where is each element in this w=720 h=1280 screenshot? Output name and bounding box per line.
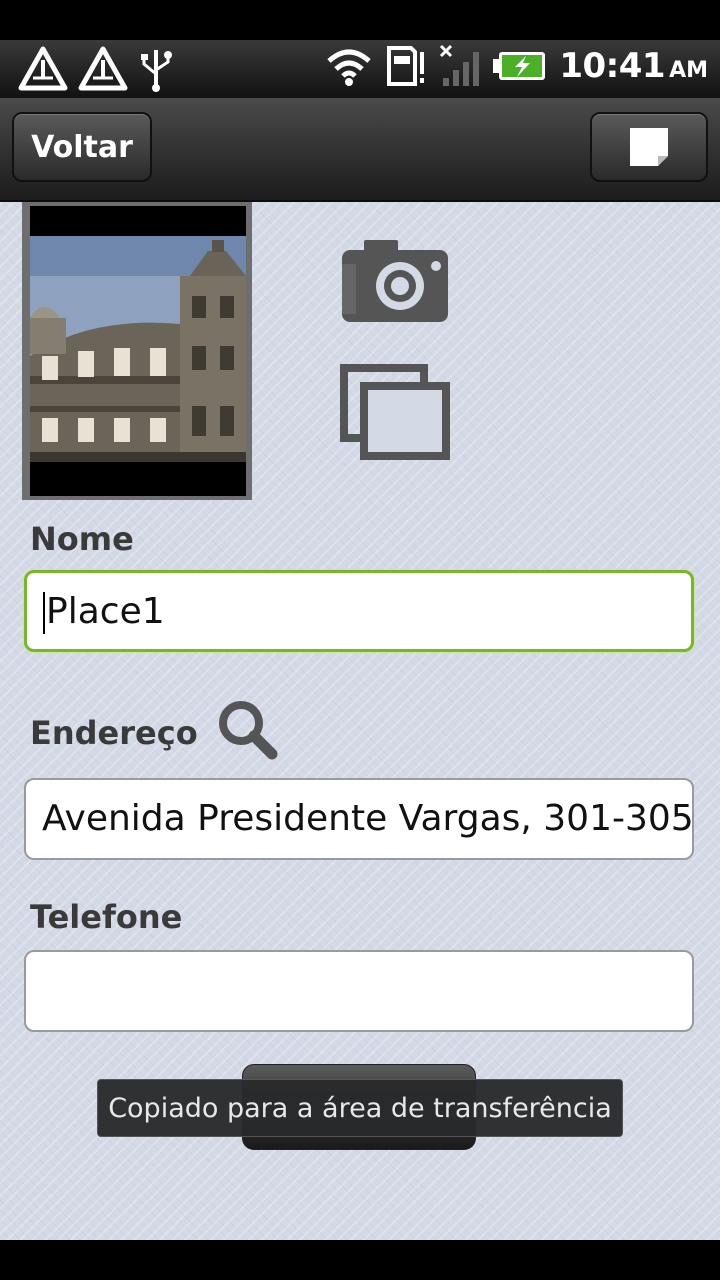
status-bar: 10:41 AM: [0, 40, 720, 98]
phone-field[interactable]: [24, 950, 694, 1032]
address-field-value: Avenida Presidente Vargas, 301-305: [42, 798, 694, 839]
toast-message: Copiado para a área de transferência: [97, 1079, 623, 1137]
note-button[interactable]: [590, 112, 708, 182]
warning-triangle-icon: [18, 46, 68, 91]
place-photo-image: [30, 206, 246, 496]
phone-label: Telefone: [30, 898, 183, 936]
camera-icon[interactable]: [340, 240, 450, 324]
signal-off-icon: [440, 44, 480, 86]
name-label: Nome: [30, 520, 134, 558]
status-time: 10:41 AM: [559, 46, 708, 86]
wifi-icon: [327, 49, 372, 86]
ampm-text: AM: [669, 58, 708, 83]
search-icon[interactable]: [214, 698, 284, 762]
text-cursor: [43, 592, 45, 634]
bottom-bar: [0, 1240, 720, 1280]
action-bar: Voltar: [0, 98, 720, 202]
back-button-label: Voltar: [31, 129, 133, 165]
gallery-icon[interactable]: [340, 364, 450, 460]
sd-card-icon: [387, 46, 425, 86]
address-field[interactable]: Avenida Presidente Vargas, 301-305: [24, 778, 694, 860]
content-area: Nome Place1 Endereço Avenida Presidente …: [0, 202, 720, 1240]
place-photo[interactable]: [22, 202, 252, 500]
back-button[interactable]: Voltar: [12, 112, 152, 182]
toast-text: Copiado para a área de transferência: [108, 1092, 612, 1124]
name-field-value: Place1: [46, 591, 165, 632]
usb-icon: [141, 50, 172, 92]
warning-triangle-icon: [78, 46, 128, 91]
notification-icons: [18, 46, 174, 92]
address-label: Endereço: [30, 714, 198, 752]
time-text: 10:41: [559, 46, 666, 86]
battery-charging-icon: [493, 52, 546, 80]
note-icon: [630, 128, 668, 166]
name-field[interactable]: Place1: [24, 570, 694, 652]
